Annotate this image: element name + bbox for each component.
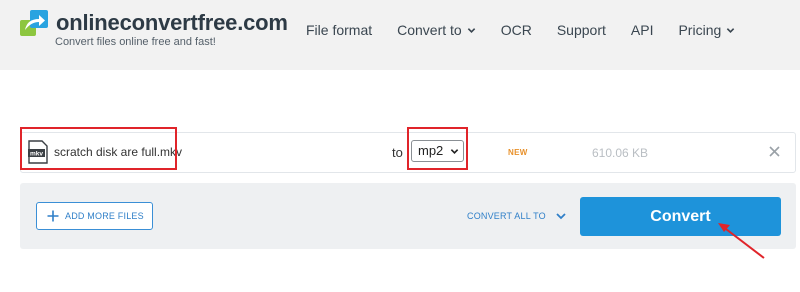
plus-icon (47, 210, 59, 222)
page: onlineconvertfree.com Convert files onli… (0, 0, 800, 292)
nav-label: Support (556, 22, 606, 38)
convert-all-label: CONVERT ALL TO (467, 211, 546, 221)
nav-support[interactable]: Support (557, 22, 606, 38)
chevron-down-icon (556, 213, 566, 220)
nav-convert-to[interactable]: Convert to (397, 22, 476, 38)
nav-api[interactable]: API (631, 22, 654, 38)
convert-button[interactable]: Convert (580, 197, 781, 236)
add-more-files-label: ADD MORE FILES (65, 211, 144, 221)
brand-name: onlineconvertfree.com (56, 10, 288, 35)
nav-pricing[interactable]: Pricing (678, 22, 735, 38)
chevron-down-icon (727, 27, 735, 33)
remove-file-close-icon[interactable] (768, 145, 781, 158)
convert-all-to-dropdown[interactable]: CONVERT ALL TO (467, 211, 566, 221)
file-size: 610.06 KB (592, 146, 649, 160)
file-highlight-box (20, 127, 177, 170)
nav-label: File format (306, 22, 373, 38)
brand-tagline: Convert files online free and fast! (55, 36, 216, 48)
new-badge: NEW (508, 148, 528, 157)
logo[interactable]: onlineconvertfree.com (20, 10, 288, 38)
nav-label: Convert to (397, 22, 462, 38)
format-highlight-box (407, 127, 468, 170)
nav-file-format[interactable]: File format (306, 22, 372, 38)
main-nav: File format Convert to OCR Support API P… (306, 22, 760, 38)
nav-label: Pricing (678, 22, 722, 38)
to-label: to (392, 145, 403, 160)
site-header: onlineconvertfree.com Convert files onli… (0, 0, 800, 70)
nav-ocr[interactable]: OCR (501, 22, 532, 38)
chevron-down-icon (467, 27, 475, 33)
nav-label: OCR (500, 22, 532, 38)
add-more-files-button[interactable]: ADD MORE FILES (36, 202, 153, 230)
nav-label: API (630, 22, 654, 38)
convert-arrow-logo-icon (20, 10, 48, 36)
convert-label: Convert (650, 207, 711, 225)
